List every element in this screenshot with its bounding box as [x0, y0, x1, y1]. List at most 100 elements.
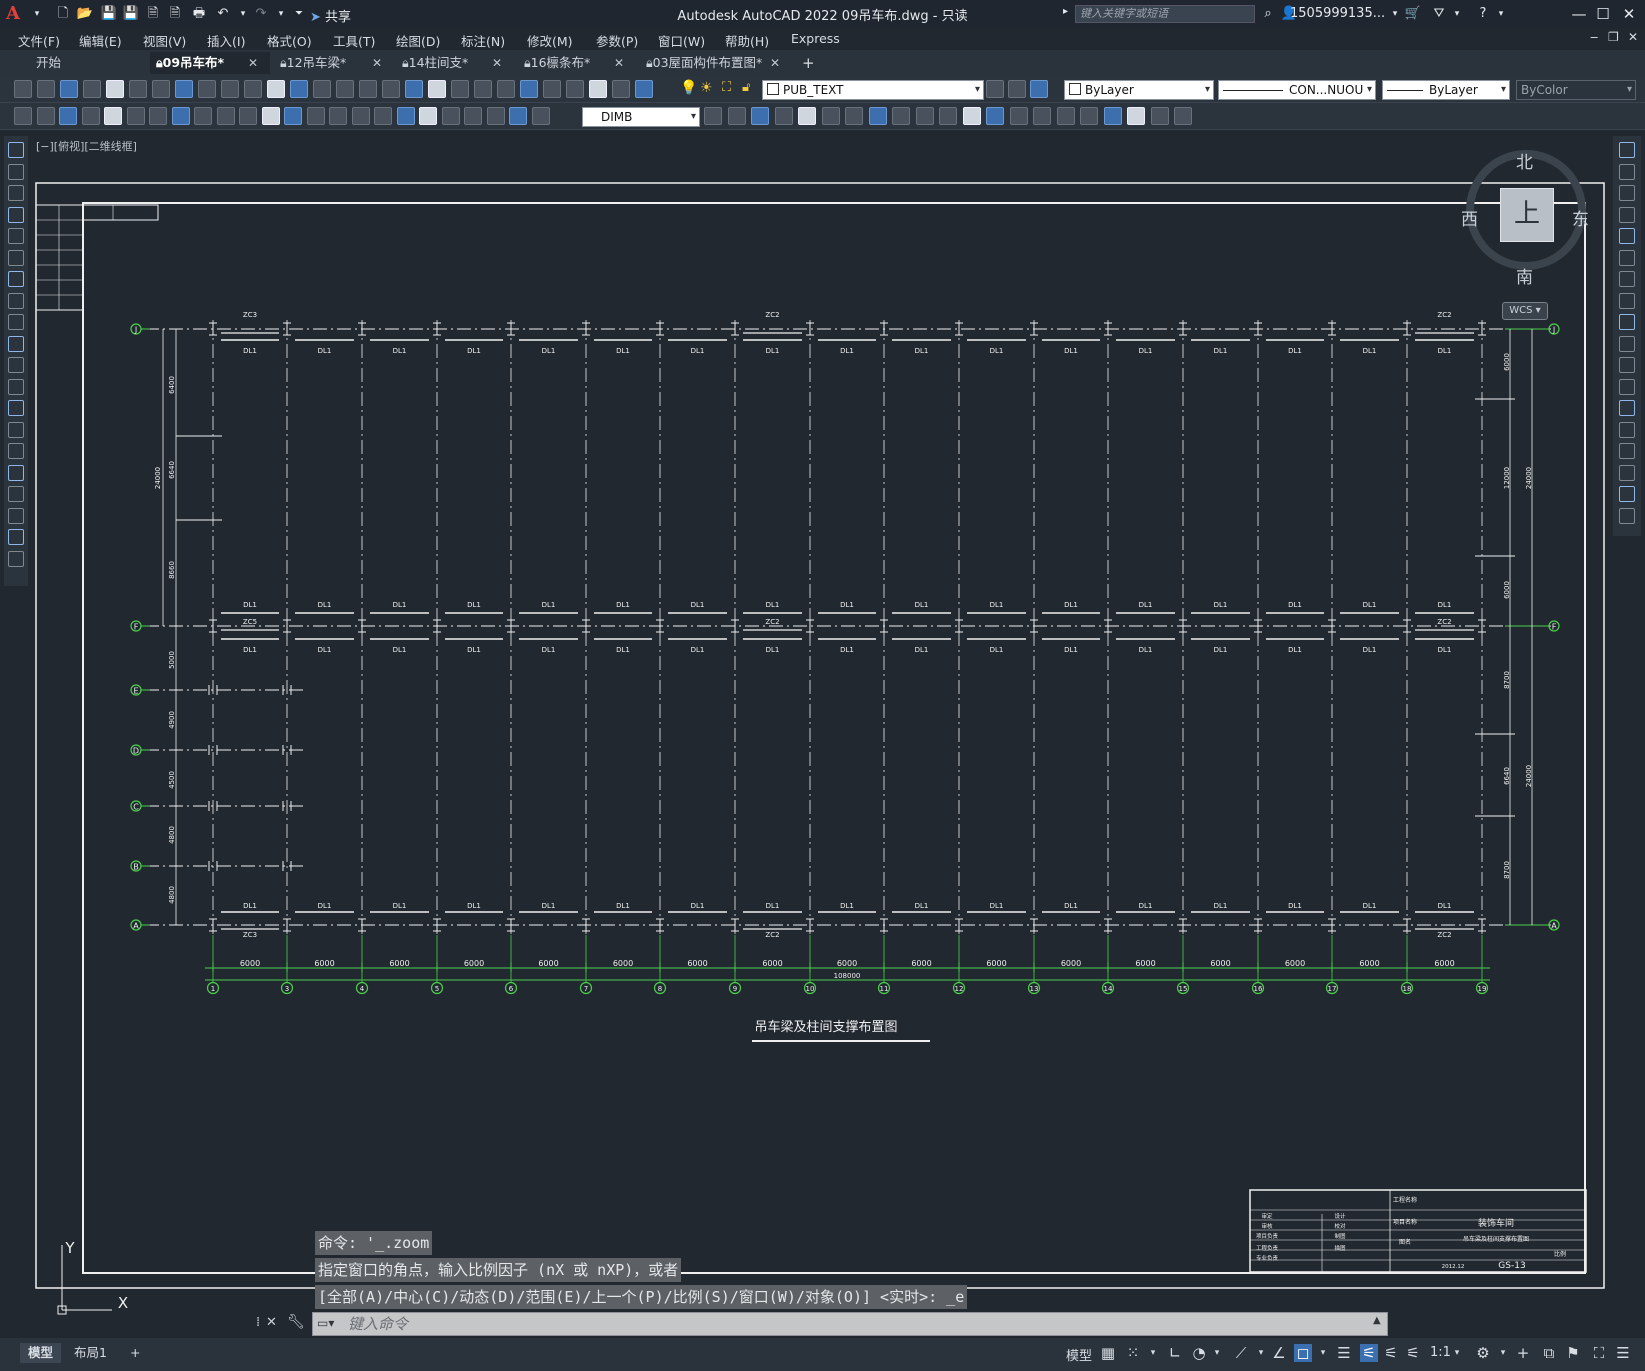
- dimension-text: 6640: [1503, 767, 1511, 785]
- beam-label: DL1: [990, 347, 1004, 355]
- bracing-label: ZC2: [765, 618, 779, 626]
- column-axis-label: 11: [880, 985, 889, 993]
- title-block-project: 装饰车间: [1478, 1217, 1514, 1229]
- dimension-text: 6000: [986, 959, 1006, 968]
- beam-label: DL1: [766, 601, 780, 609]
- beam-label: DL1: [766, 646, 780, 654]
- title-block-field: 项目负责: [1256, 1232, 1279, 1240]
- gear-icon[interactable]: ⚙: [1474, 1344, 1492, 1362]
- command-input[interactable]: 键入命令: [312, 1312, 1388, 1336]
- dimension-text: 12000: [1503, 467, 1511, 489]
- expand-history-icon[interactable]: ▲: [1373, 1315, 1381, 1326]
- object-snap-tracking-icon[interactable]: ∠: [1270, 1344, 1288, 1362]
- beam-label: DL1: [1214, 902, 1228, 910]
- dimension-text: 4500: [168, 771, 176, 789]
- beam-label: DL1: [542, 646, 556, 654]
- units-icon[interactable]: ⧉: [1540, 1344, 1558, 1362]
- compass-east[interactable]: 东: [1572, 205, 1589, 230]
- beam-label: DL1: [1438, 601, 1452, 609]
- viewcube-face[interactable]: 上: [1500, 188, 1554, 242]
- dimension-text: 5000: [168, 651, 176, 669]
- title-block-date: 2012.12: [1442, 1264, 1465, 1270]
- quick-properties-icon[interactable]: ⚑: [1564, 1344, 1582, 1362]
- add-layout-plus-icon[interactable]: +: [122, 1343, 148, 1363]
- beam-label: DL1: [915, 347, 929, 355]
- customize-icon[interactable]: ☰: [1614, 1344, 1632, 1362]
- object-snap-chevron-icon[interactable]: ▾: [1314, 1344, 1332, 1362]
- beam-label: DL1: [691, 646, 705, 654]
- wcs-menu[interactable]: WCS ▾: [1502, 302, 1548, 320]
- lineweight-icon[interactable]: ☰: [1335, 1344, 1353, 1362]
- annotation-visibility-icon[interactable]: ⚟: [1360, 1344, 1378, 1362]
- stamp-table: [82, 204, 159, 221]
- row-axis-label: A: [1551, 922, 1557, 931]
- auto-scale-icon[interactable]: ⚟: [1382, 1344, 1400, 1362]
- annotation-scale-icon[interactable]: ⚟: [1404, 1344, 1422, 1362]
- snap-icon[interactable]: ⁙: [1124, 1344, 1142, 1362]
- ortho-icon[interactable]: ∟: [1166, 1344, 1184, 1362]
- dimension-text: 24000: [1525, 765, 1533, 787]
- command-history-line: 命令: '_.zoom: [315, 1231, 433, 1255]
- column-axis-label: 6: [509, 985, 514, 993]
- tab-layout1[interactable]: 布局1: [66, 1343, 115, 1363]
- column-axis-label: 10: [806, 985, 815, 993]
- polar-chevron-icon[interactable]: ▾: [1208, 1344, 1226, 1362]
- command-close-icon[interactable]: ✕: [266, 1315, 277, 1330]
- beam-label: DL1: [393, 601, 407, 609]
- dimension-text: 24000: [1525, 467, 1533, 489]
- title-block-drawing-no: GS-13: [1498, 1261, 1525, 1271]
- beam-label: DL1: [1064, 646, 1078, 654]
- title-block-field: 项目名称: [1393, 1218, 1417, 1226]
- overall-dimension-text: 108000: [834, 972, 861, 980]
- title-block-scale-label: 比例: [1554, 1250, 1566, 1258]
- model-space-button[interactable]: 模型: [1066, 1345, 1092, 1364]
- recent-commands-icon[interactable]: ▭▾: [317, 1316, 334, 1330]
- beam-label: DL1: [542, 902, 556, 910]
- isodraft-icon[interactable]: ⟋: [1232, 1344, 1250, 1362]
- title-block-field: 专业负责: [1256, 1254, 1279, 1262]
- column-axis-label: 3: [285, 985, 289, 993]
- beam-label: DL1: [616, 347, 630, 355]
- object-snap-icon[interactable]: ◻: [1294, 1344, 1312, 1362]
- beam-label: DL1: [691, 902, 705, 910]
- beam-label: DL1: [1214, 646, 1228, 654]
- dimension-text: 6000: [1135, 959, 1155, 968]
- plus-icon[interactable]: +: [1514, 1344, 1532, 1362]
- beam-label: DL1: [542, 347, 556, 355]
- row-axis-label: B: [133, 863, 139, 872]
- wrench-icon[interactable]: 🔧︎: [287, 1314, 305, 1330]
- isodraft-chevron-icon[interactable]: ▾: [1252, 1344, 1270, 1362]
- polar-icon[interactable]: ◔: [1190, 1344, 1208, 1362]
- ucs-y-label: Y: [64, 1239, 75, 1257]
- row-axis-label: J: [1552, 326, 1555, 335]
- clean-screen-icon[interactable]: ⛶: [1590, 1344, 1608, 1362]
- wcs-label: WCS: [1509, 305, 1533, 316]
- beam-label: DL1: [840, 646, 854, 654]
- beam-label: DL1: [1363, 601, 1377, 609]
- dimension-text: 6000: [1503, 353, 1511, 371]
- beam-label: DL1: [1288, 902, 1302, 910]
- title-block-field: 工程负责: [1256, 1244, 1279, 1252]
- dimension-text: 6000: [911, 959, 931, 968]
- command-grip-icon[interactable]: ⁞: [256, 1315, 260, 1330]
- row-axis-label: E: [133, 687, 138, 696]
- workspace-chevron-icon[interactable]: ▾: [1494, 1344, 1512, 1362]
- snap-chevron-icon[interactable]: ▾: [1144, 1344, 1162, 1362]
- compass-south[interactable]: 南: [1516, 263, 1533, 288]
- beam-label: DL1: [393, 347, 407, 355]
- beam-label: DL1: [1139, 902, 1153, 910]
- grid-icon[interactable]: ▦: [1099, 1344, 1117, 1362]
- beam-label: DL1: [467, 347, 481, 355]
- compass-west[interactable]: 西: [1461, 205, 1478, 230]
- compass-north[interactable]: 北: [1516, 148, 1533, 173]
- bracing-label: ZC2: [765, 311, 779, 319]
- bracing-label: ZC2: [765, 931, 779, 939]
- dimension-text: 6000: [1434, 959, 1454, 968]
- row-axis-label: F: [1552, 623, 1557, 632]
- beam-label: DL1: [840, 601, 854, 609]
- beam-label: DL1: [990, 646, 1004, 654]
- beam-label: DL1: [318, 646, 332, 654]
- tab-model[interactable]: 模型: [20, 1343, 62, 1363]
- scale-chevron-icon[interactable]: ▾: [1448, 1344, 1466, 1362]
- dimension-text: 6000: [1359, 959, 1379, 968]
